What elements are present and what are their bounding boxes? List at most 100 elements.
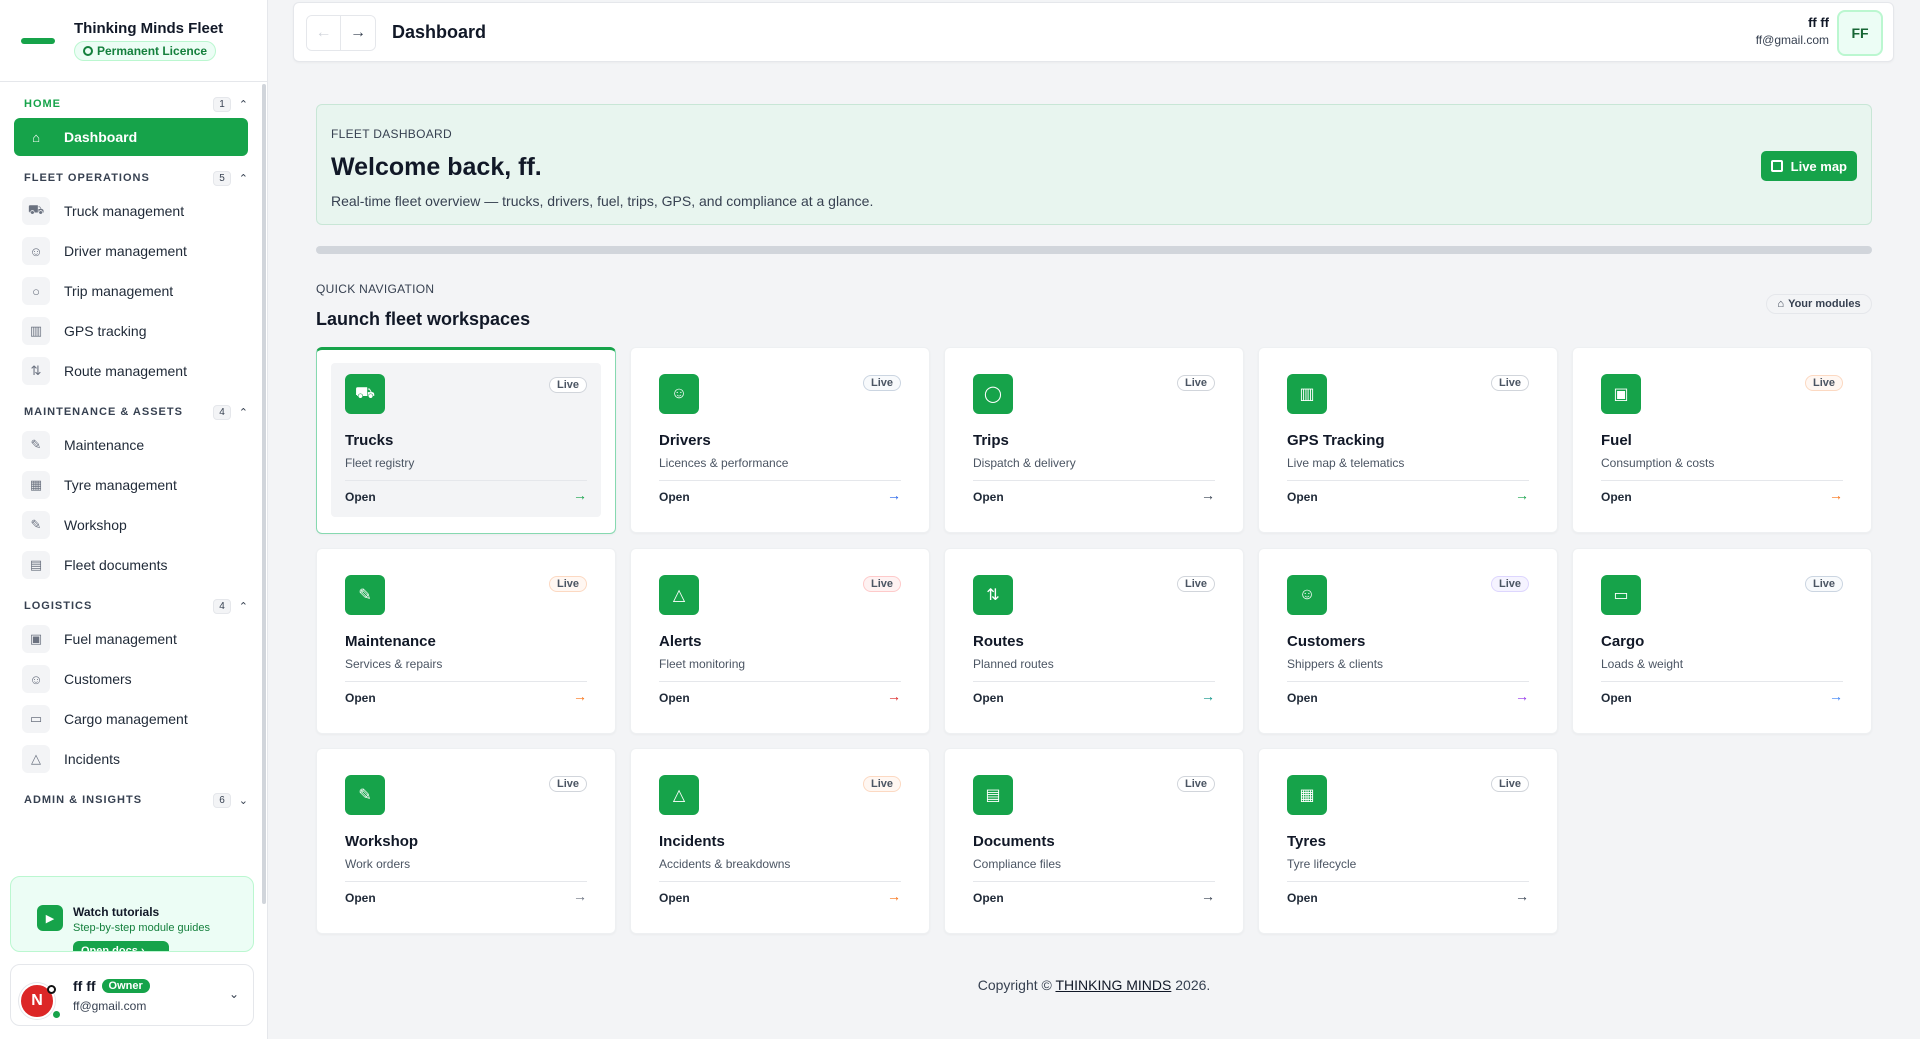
open-link[interactable]: Open: [1287, 691, 1318, 705]
brand-logo[interactable]: [18, 31, 58, 51]
chevron-down-icon[interactable]: ⌄: [239, 794, 248, 807]
box-icon: ▭: [22, 705, 50, 733]
arrow-right-icon[interactable]: →: [887, 888, 901, 904]
open-link[interactable]: Open: [973, 691, 1004, 705]
workspace-card-trucks[interactable]: ⛟ Live Trucks Fleet registry Open →: [316, 347, 616, 534]
workspace-card-fuel[interactable]: ▣ Live Fuel Consumption & costs Open →: [1572, 347, 1872, 533]
arrow-right-icon[interactable]: →: [1201, 688, 1215, 704]
card-divider: [345, 681, 587, 682]
chevron-up-icon[interactable]: ⌃: [239, 600, 248, 613]
workspace-card-workshop[interactable]: ✎ Live Workshop Work orders Open →: [316, 748, 616, 934]
avatar[interactable]: FF: [1837, 10, 1883, 56]
arrow-right-icon[interactable]: →: [1201, 487, 1215, 503]
workspace-card-maintenance[interactable]: ✎ Live Maintenance Services & repairs Op…: [316, 548, 616, 734]
sidebar-item-route-management[interactable]: ⇅ Route management: [14, 352, 248, 390]
section-header-home[interactable]: HOME 1 ⌃: [24, 92, 248, 116]
arrow-right-icon[interactable]: →: [573, 688, 587, 704]
alert-icon: △: [659, 775, 699, 815]
workspace-card-trips[interactable]: ◯ Live Trips Dispatch & delivery Open →: [944, 347, 1244, 533]
arrow-right-icon[interactable]: →: [887, 487, 901, 503]
chevron-up-icon[interactable]: ⌃: [239, 406, 248, 419]
open-link[interactable]: Open: [659, 691, 690, 705]
route-icon: ⇅: [22, 357, 50, 385]
document-icon: ▤: [973, 775, 1013, 815]
open-link[interactable]: Open: [659, 891, 690, 905]
arrow-right-icon[interactable]: →: [1515, 487, 1529, 503]
workspace-card-routes[interactable]: ⇅ Live Routes Planned routes Open →: [944, 548, 1244, 734]
sidebar-item-driver-management[interactable]: ☺ Driver management: [14, 232, 248, 270]
section-header-fleet-operations[interactable]: FLEET OPERATIONS 5 ⌃: [24, 166, 248, 190]
workspace-card-alerts[interactable]: △ Live Alerts Fleet monitoring Open →: [630, 548, 930, 734]
user-menu[interactable]: N ff ff Owner ff@gmail.com ⌄: [10, 964, 254, 1026]
sidebar-item-label: Incidents: [64, 751, 121, 767]
arrow-right-icon[interactable]: →: [1515, 688, 1529, 704]
card-subtitle: Services & repairs: [345, 657, 443, 671]
open-link[interactable]: Open: [1287, 490, 1318, 504]
open-link[interactable]: Open: [345, 891, 376, 905]
online-status-icon: [53, 1011, 60, 1018]
tutorial-title: Watch tutorials: [73, 905, 160, 919]
workspace-card-gps-tracking[interactable]: ▥ Live GPS Tracking Live map & telematic…: [1258, 347, 1558, 533]
forward-button[interactable]: →: [341, 16, 375, 50]
open-link[interactable]: Open: [1601, 490, 1632, 504]
open-link[interactable]: Open: [973, 891, 1004, 905]
workspace-card-incidents[interactable]: △ Live Incidents Accidents & breakdowns …: [630, 748, 930, 934]
sidebar-item-trip-management[interactable]: ○ Trip management: [14, 272, 248, 310]
open-docs-button[interactable]: Open docs ›: [73, 941, 169, 951]
status-badge: Live: [1804, 576, 1843, 592]
sidebar-scrollbar[interactable]: [262, 84, 266, 904]
arrow-right-icon[interactable]: →: [573, 888, 587, 904]
back-button[interactable]: ←: [307, 16, 341, 50]
sidebar-item-tyre-management[interactable]: ▦ Tyre management: [14, 466, 248, 504]
sidebar-item-fleet-documents[interactable]: ▤ Fleet documents: [14, 546, 248, 584]
card-subtitle: Work orders: [345, 857, 411, 871]
chevron-down-icon[interactable]: ⌄: [229, 987, 239, 1001]
sidebar-item-fuel-management[interactable]: ▣ Fuel management: [14, 620, 248, 658]
sidebar-item-incidents[interactable]: △ Incidents: [14, 740, 248, 778]
arrow-right-icon[interactable]: →: [573, 487, 587, 503]
workspace-card-drivers[interactable]: ☺ Live Drivers Licences & performance Op…: [630, 347, 930, 533]
card-subtitle: Compliance files: [973, 857, 1062, 871]
arrow-right-icon[interactable]: →: [1515, 888, 1529, 904]
open-link[interactable]: Open: [345, 490, 376, 504]
card-subtitle: Fleet registry: [345, 456, 415, 470]
arrow-right-icon[interactable]: →: [1201, 888, 1215, 904]
sidebar-item-customers[interactable]: ☺ Customers: [14, 660, 248, 698]
open-link[interactable]: Open: [973, 490, 1004, 504]
sidebar-item-truck-management[interactable]: ⛟ Truck management: [14, 192, 248, 230]
arrow-right-icon[interactable]: →: [1829, 487, 1843, 503]
open-link[interactable]: Open: [659, 490, 690, 504]
section-header-logistics[interactable]: LOGISTICS 4 ⌃: [24, 594, 248, 618]
open-link[interactable]: Open: [1287, 891, 1318, 905]
section-title: ADMIN & INSIGHTS: [24, 794, 143, 806]
chevron-up-icon[interactable]: ⌃: [239, 172, 248, 185]
live-map-button[interactable]: Live map: [1760, 151, 1857, 181]
open-link[interactable]: Open: [345, 691, 376, 705]
card-title: Workshop: [345, 833, 419, 850]
card-divider: [659, 881, 901, 882]
top-user-email: ff@gmail.com: [1755, 33, 1829, 47]
card-subtitle: Shippers & clients: [1287, 657, 1384, 671]
workspace-card-documents[interactable]: ▤ Live Documents Compliance files Open →: [944, 748, 1244, 934]
status-badge: Live: [862, 776, 901, 792]
section-header-maintenance-assets[interactable]: MAINTENANCE & ASSETS 4 ⌃: [24, 400, 248, 424]
chevron-up-icon[interactable]: ⌃: [239, 98, 248, 111]
sidebar-item-dashboard[interactable]: ⌂ Dashboard: [14, 118, 248, 156]
top-user-name: ff ff: [1808, 15, 1829, 30]
workspace-card-cargo[interactable]: ▭ Live Cargo Loads & weight Open →: [1572, 548, 1872, 734]
section-header-admin-insights[interactable]: ADMIN & INSIGHTS 6 ⌄: [24, 788, 248, 812]
arrow-right-icon[interactable]: →: [1829, 688, 1843, 704]
sidebar-item-maintenance[interactable]: ✎ Maintenance: [14, 426, 248, 464]
open-link[interactable]: Open: [1601, 691, 1632, 705]
sidebar-item-cargo-management[interactable]: ▭ Cargo management: [14, 700, 248, 738]
user-name: ff ff: [73, 978, 96, 994]
sidebar-item-workshop[interactable]: ✎ Workshop: [14, 506, 248, 544]
sidebar-item-gps-tracking[interactable]: ▥ GPS tracking: [14, 312, 248, 350]
sidebar-item-label: Fuel management: [64, 631, 177, 647]
workspace-card-tyres[interactable]: ▦ Live Tyres Tyre lifecycle Open →: [1258, 748, 1558, 934]
company-link[interactable]: THINKING MINDS: [1055, 977, 1171, 993]
sidebar-item-label: Fleet documents: [64, 557, 168, 573]
workspace-card-customers[interactable]: ☺ Live Customers Shippers & clients Open…: [1258, 548, 1558, 734]
card-subtitle: Loads & weight: [1601, 657, 1684, 671]
arrow-right-icon[interactable]: →: [887, 688, 901, 704]
